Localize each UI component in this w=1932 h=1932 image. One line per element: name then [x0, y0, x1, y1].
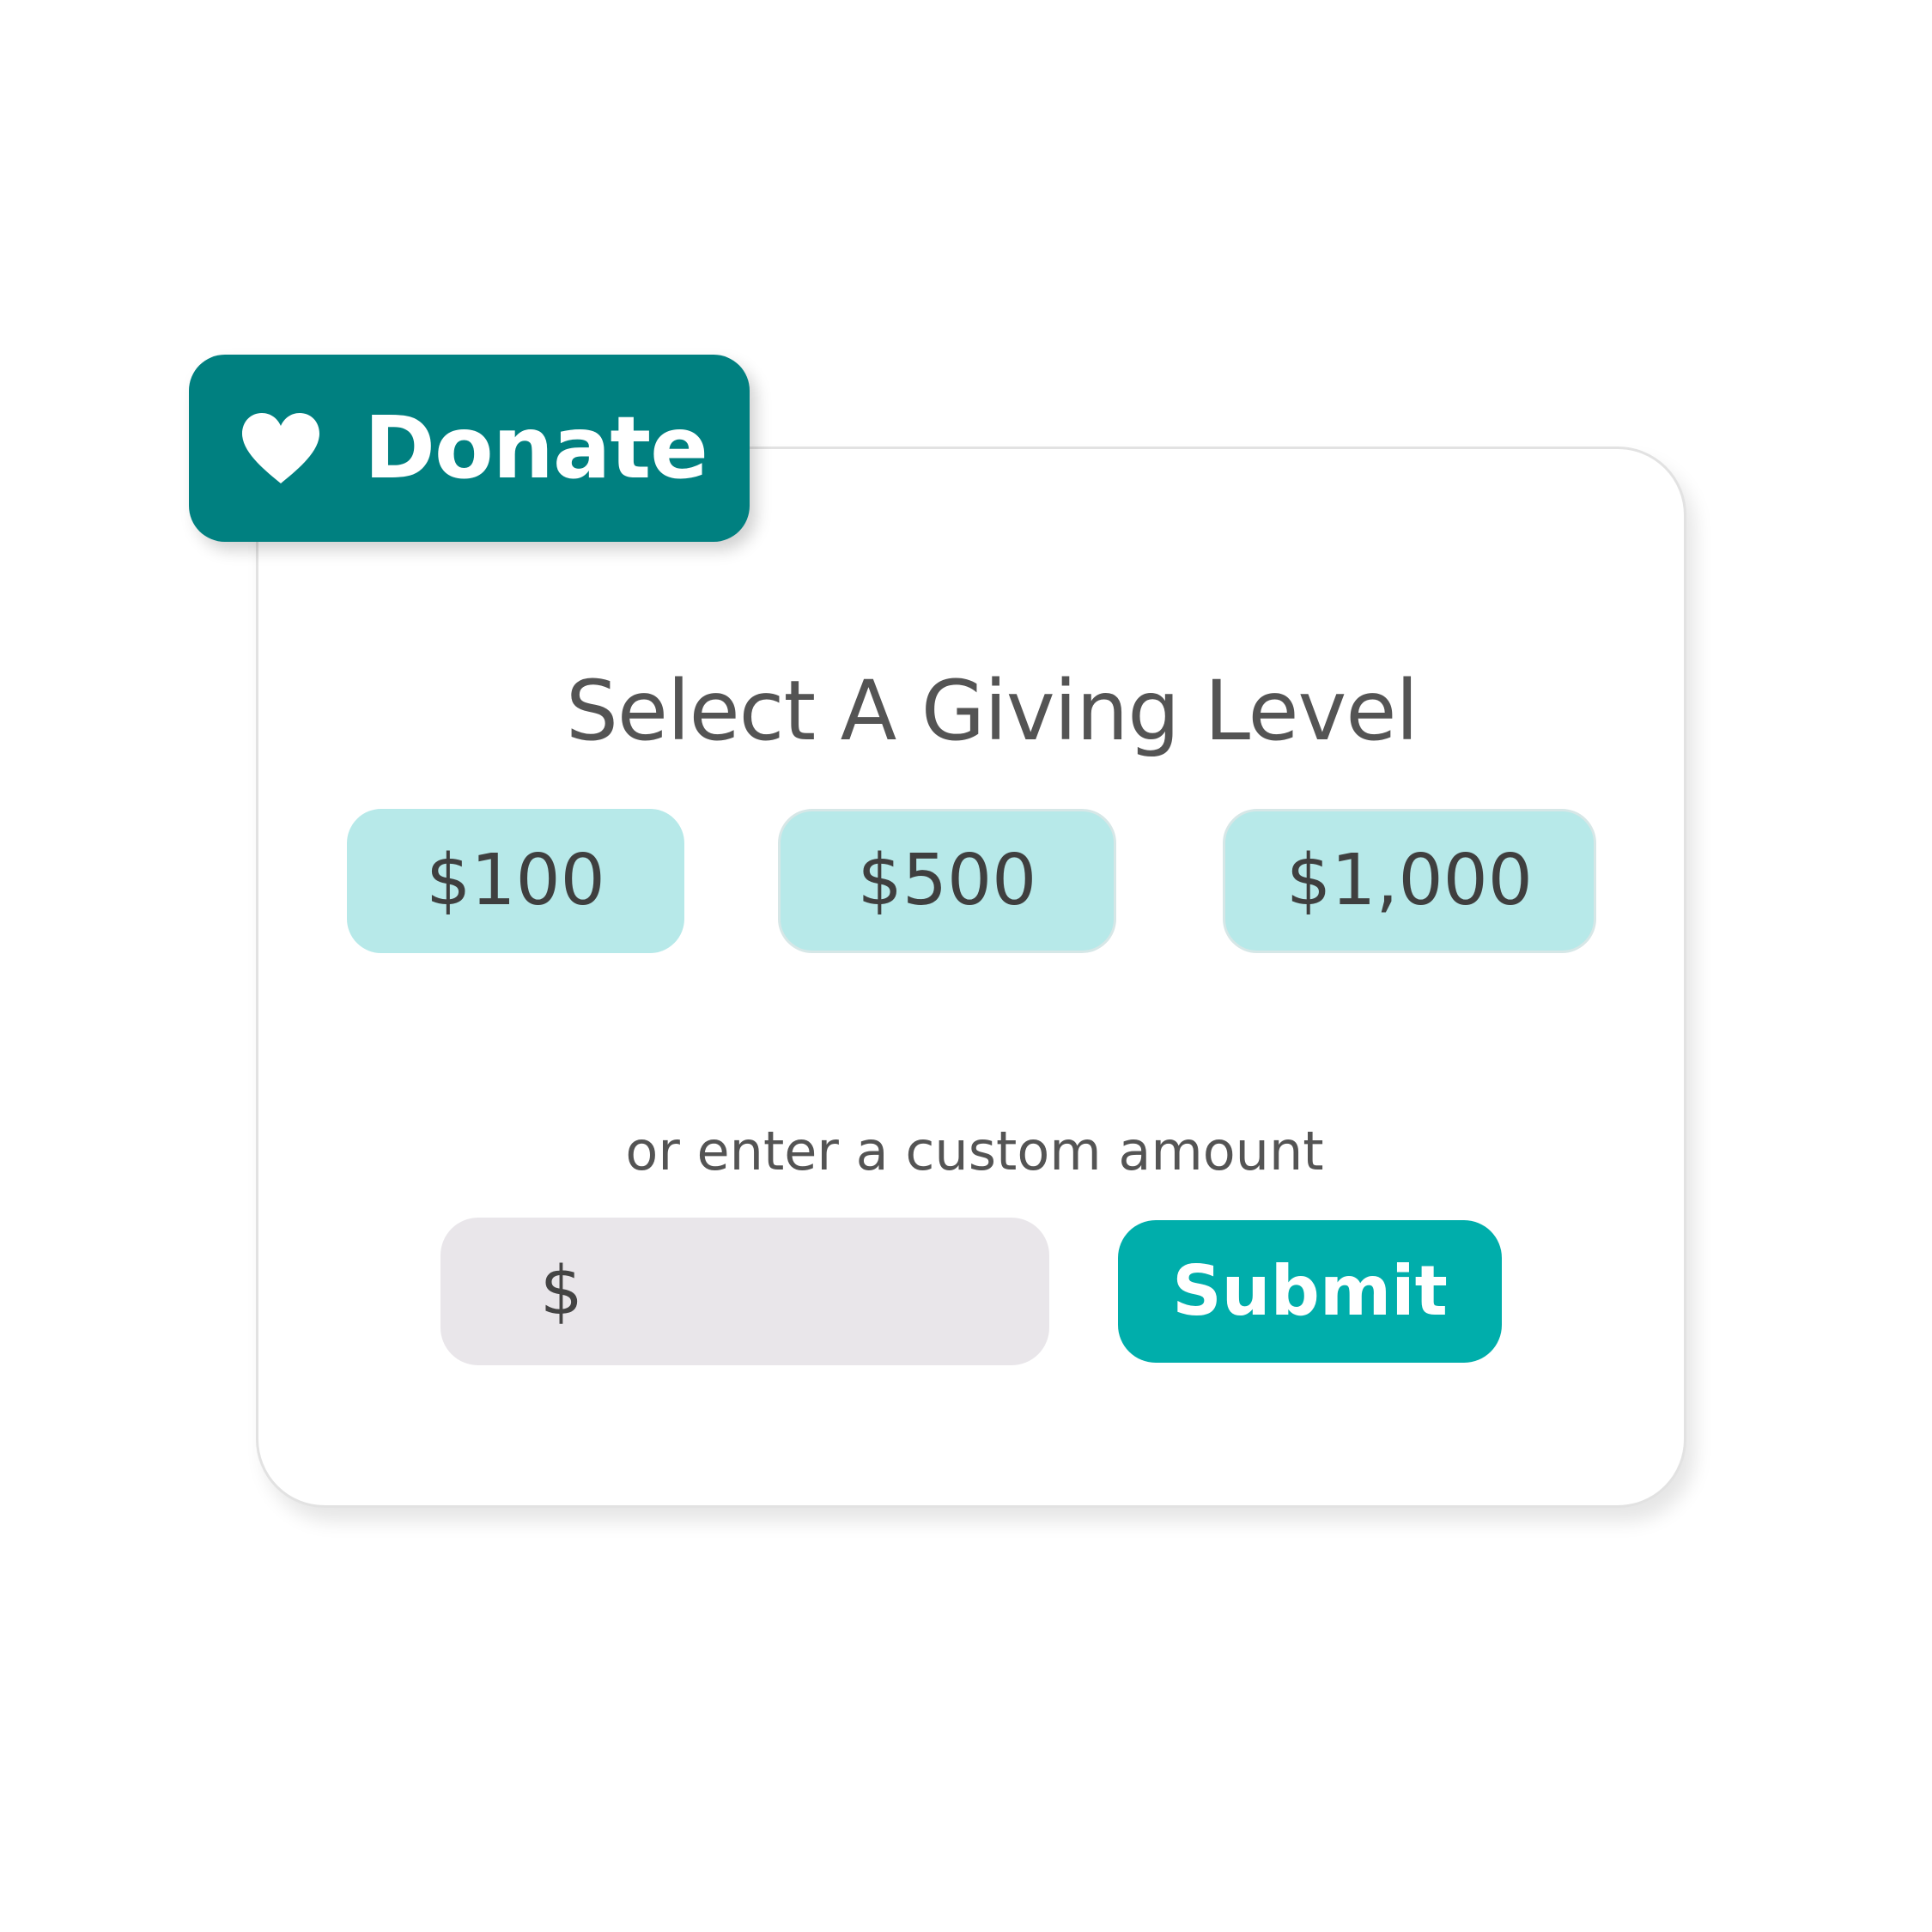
giving-level-500-button[interactable]: $500	[778, 809, 1116, 953]
submit-button[interactable]: Submit	[1118, 1220, 1502, 1363]
donate-label: Donate	[364, 398, 708, 498]
heart-icon	[242, 413, 319, 483]
giving-level-1000-button[interactable]: $1,000	[1223, 809, 1596, 953]
custom-amount-field[interactable]: $	[440, 1217, 1351, 1366]
donate-tab[interactable]: Donate	[189, 355, 750, 542]
giving-level-heading: Select A Giving Level	[565, 663, 1419, 759]
currency-symbol: $	[540, 1253, 583, 1330]
giving-level-100-button[interactable]: $100	[347, 809, 684, 953]
custom-amount-label: or enter a custom amount	[625, 1120, 1324, 1182]
